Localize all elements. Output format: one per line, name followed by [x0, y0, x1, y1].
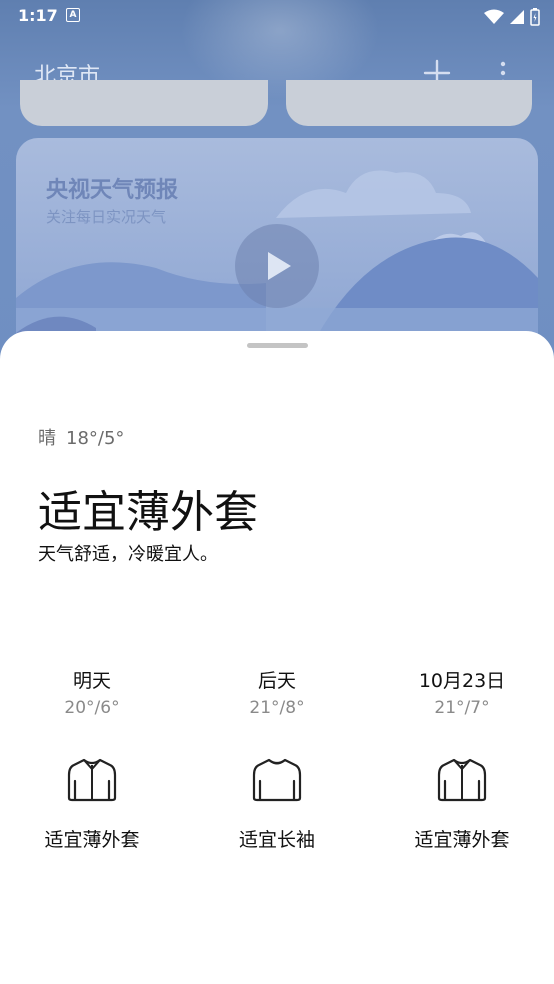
day-clothing-advice: 适宜长袖 — [238, 829, 315, 851]
long-sleeve-shirt-icon — [252, 758, 302, 802]
status-time: 1:17 — [18, 6, 58, 25]
day-name: 明天 — [72, 670, 111, 692]
day-clothing-advice: 适宜薄外套 — [44, 829, 140, 851]
video-card-title: 央视天气预报 — [46, 178, 179, 203]
notification-icon: A — [66, 8, 80, 22]
status-icons — [483, 6, 540, 26]
clothing-advice-sheet: 晴 18°/5° 适宜薄外套 天气舒适，冷暖宜人。 明天 20°/6° 适宜薄外套… — [0, 331, 554, 984]
play-icon — [268, 252, 291, 280]
video-card-subtitle: 关注每日实况天气 — [46, 208, 167, 226]
forecast-day: 明天 20°/6° 适宜薄外套 — [12, 667, 172, 852]
weather-card-stub-left[interactable] — [20, 80, 268, 126]
today-summary: 晴 18°/5° — [38, 424, 124, 450]
forecast-day: 10月23日 21°/7° 适宜薄外套 — [382, 667, 542, 852]
day-clothing-advice: 适宜薄外套 — [414, 829, 510, 851]
status-bar: 1:17 A — [0, 0, 554, 30]
jacket-icon — [67, 758, 117, 802]
today-weather: 晴 — [38, 428, 56, 449]
day-name: 10月23日 — [418, 670, 506, 692]
forecast-day: 后天 21°/8° 适宜长袖 — [197, 667, 357, 852]
wifi-icon — [483, 9, 504, 24]
today-temp-range: 18°/5° — [66, 428, 125, 449]
day-temp: 21°/8° — [249, 698, 305, 718]
play-button[interactable] — [235, 224, 319, 308]
jacket-icon — [437, 758, 487, 802]
day-temp: 21°/7° — [434, 698, 490, 718]
day-temp: 20°/6° — [64, 698, 120, 718]
day-name: 后天 — [257, 670, 296, 692]
battery-icon — [530, 7, 540, 26]
clothing-description: 天气舒适，冷暖宜人。 — [38, 544, 218, 565]
sheet-drag-handle[interactable] — [247, 343, 308, 348]
weather-card-stub-right[interactable] — [286, 80, 532, 126]
clothing-headline: 适宜薄外套 — [38, 487, 258, 538]
signal-icon — [509, 9, 524, 24]
